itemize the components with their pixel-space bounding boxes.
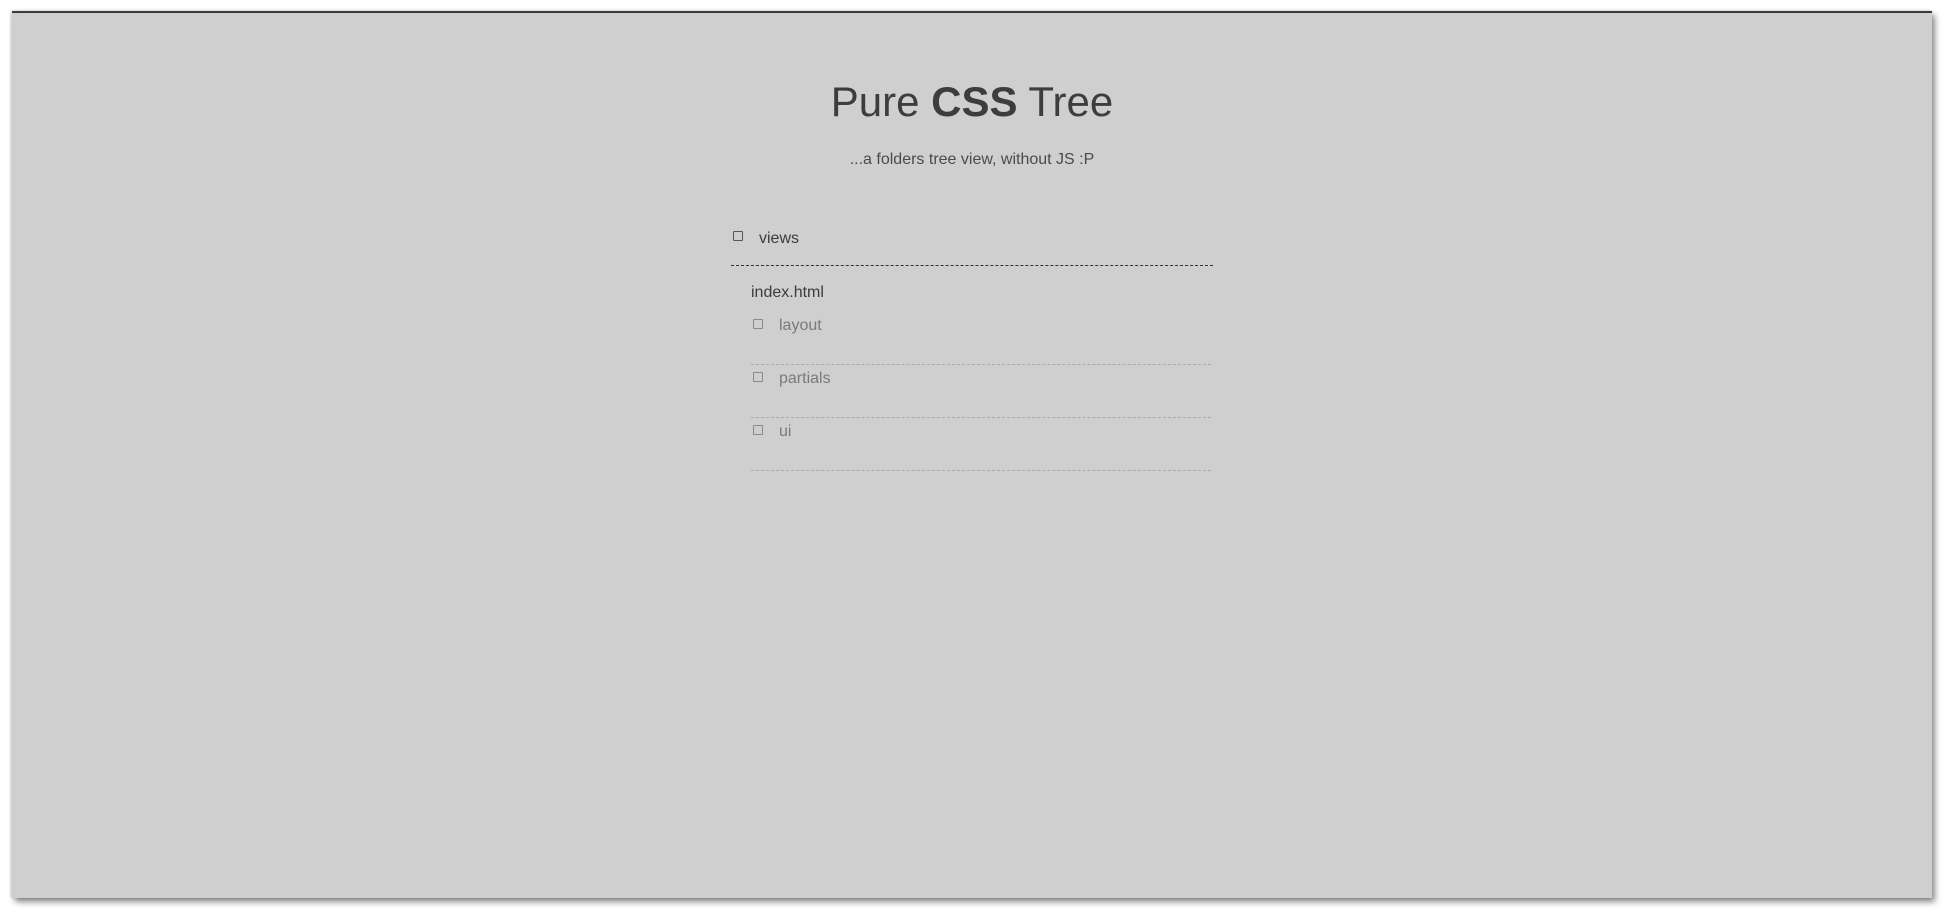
folder-icon xyxy=(753,425,763,435)
folder-label: views xyxy=(759,230,800,247)
title-prefix: Pure xyxy=(830,78,920,125)
folder-tree: views index.html layout partials ui xyxy=(731,218,1213,471)
folder-icon xyxy=(753,372,763,382)
folder-icon xyxy=(753,319,763,329)
page-frame: Pure CSS Tree ...a folders tree view, wi… xyxy=(12,11,1932,898)
tree-children: index.html layout partials ui xyxy=(751,266,1211,471)
folder-icon xyxy=(733,231,743,241)
folder-label: ui xyxy=(779,423,792,440)
title-suffix: Tree xyxy=(1028,78,1114,125)
tree-folder-views[interactable]: views xyxy=(731,218,1213,266)
folder-label: partials xyxy=(779,370,831,387)
folder-label: layout xyxy=(779,317,822,334)
page-title: Pure CSS Tree xyxy=(12,77,1932,127)
title-bold: CSS xyxy=(931,78,1018,125)
page-subtitle: ...a folders tree view, without JS :P xyxy=(849,151,1095,168)
tree-folder-layout[interactable]: layout xyxy=(751,312,1211,365)
tree-folder-partials[interactable]: partials xyxy=(751,365,1211,418)
tree-file-index-html[interactable]: index.html xyxy=(751,266,1211,304)
tree-folder-ui[interactable]: ui xyxy=(751,418,1211,471)
